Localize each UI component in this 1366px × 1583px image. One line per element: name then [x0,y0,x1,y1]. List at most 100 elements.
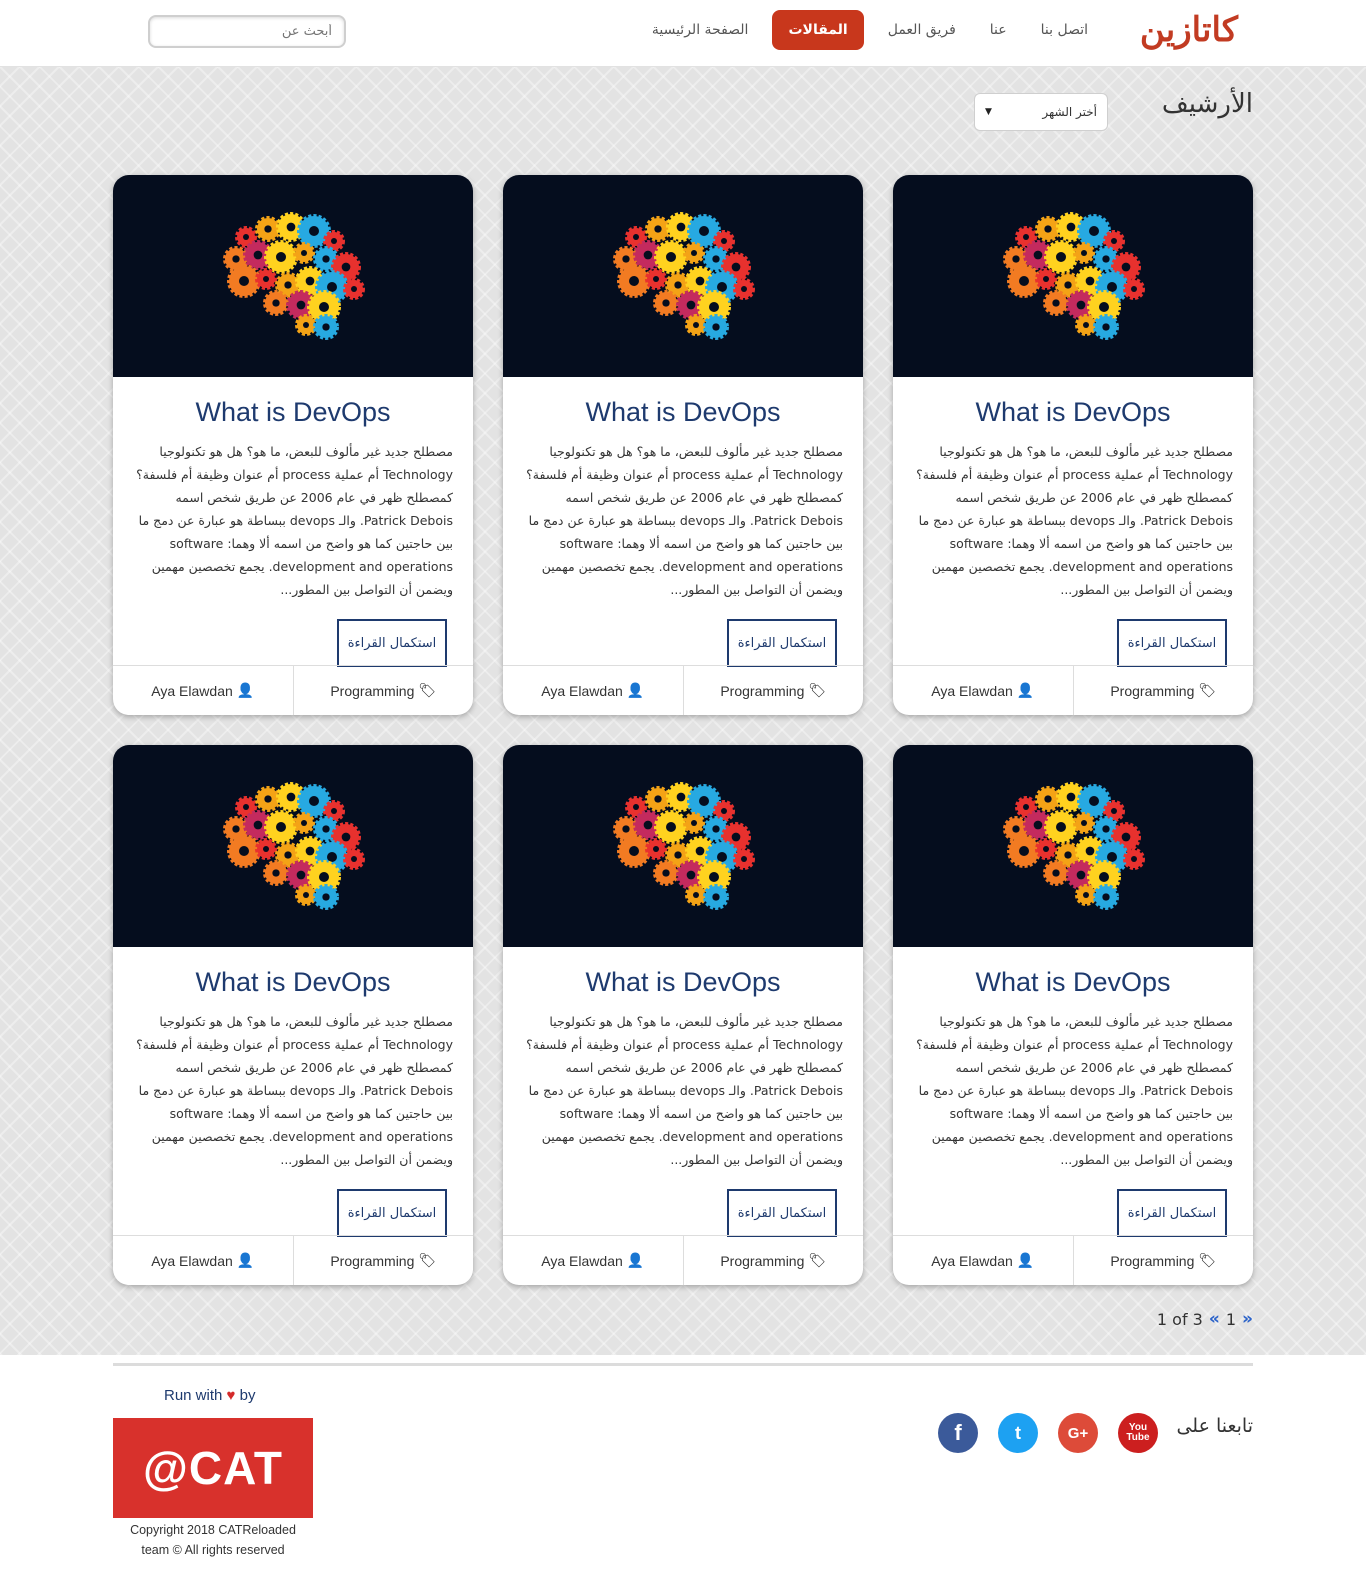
article-image[interactable] [503,175,863,377]
read-more-button[interactable]: استكمال القراءة [727,1189,837,1237]
article-title[interactable]: What is DevOps [893,397,1253,428]
nav-articles[interactable]: المقالات [772,10,864,50]
article-meta: Programming 🏷 Aya Elawdan 👤 [113,1235,473,1285]
article-title[interactable]: What is DevOps [503,397,863,428]
prev-page-icon[interactable]: « [1209,1309,1220,1329]
copyright-line-1: Copyright 2018 CATReloaded [130,1523,296,1537]
article-excerpt: مصطلح جديد غير مألوف للبعض، ما هو؟ هل هو… [916,444,1233,597]
article-author[interactable]: Aya Elawdan 👤 [113,1236,294,1285]
category-label: Programming [720,682,805,699]
article-card: What is DevOps مصطلح جديد غير مألوف للبع… [113,745,473,1285]
user-icon: 👤 [1016,1252,1035,1268]
article-image[interactable] [893,175,1253,377]
article-category[interactable]: Programming 🏷 [684,1236,864,1285]
article-meta: Programming 🏷 Aya Elawdan 👤 [113,665,473,715]
author-label: Aya Elawdan [931,1252,1013,1269]
user-icon: 👤 [236,1252,255,1268]
main-content: الأرشيف أختر الشهر ▼ What is DevOps مصطل… [0,67,1366,1355]
user-icon: 👤 [626,1252,645,1268]
read-more-button[interactable]: استكمال القراءة [337,619,447,667]
youtube-icon[interactable]: You Tube [1118,1413,1158,1453]
article-author[interactable]: Aya Elawdan 👤 [893,666,1074,715]
article-category[interactable]: Programming 🏷 [294,666,474,715]
article-image[interactable] [113,745,473,947]
user-icon: 👤 [1016,682,1035,698]
article-title[interactable]: What is DevOps [113,967,473,998]
site-footer: Run with ♥ by @CAT Copyright 2018 CATRel… [0,1355,1366,1583]
twitter-icon[interactable]: t [998,1413,1038,1453]
article-excerpt: مصطلح جديد غير مألوف للبعض، ما هو؟ هل هو… [136,444,453,597]
articles-grid: What is DevOps مصطلح جديد غير مألوف للبع… [113,175,1253,1285]
article-card: What is DevOps مصطلح جديد غير مألوف للبع… [503,175,863,715]
author-label: Aya Elawdan [931,682,1013,699]
read-more-button[interactable]: استكمال القراءة [1117,619,1227,667]
article-excerpt: مصطلح جديد غير مألوف للبعض، ما هو؟ هل هو… [526,1014,843,1167]
site-header: كاتازين الصفحة الرئيسية المقالات فريق ال… [0,0,1366,67]
run-with-prefix: Run with [164,1387,223,1404]
search-input[interactable] [148,15,346,48]
category-label: Programming [330,1252,415,1269]
copyright: Copyright 2018 CATReloaded team © All ri… [113,1520,313,1560]
tags-icon: 🏷 [808,1252,827,1268]
article-category[interactable]: Programming 🏷 [684,666,864,715]
article-card: What is DevOps مصطلح جديد غير مألوف للبع… [893,175,1253,715]
article-image[interactable] [113,175,473,377]
run-with-label: Run with ♥ by [164,1387,255,1404]
cat-logo-text: @CAT [143,1442,283,1494]
category-label: Programming [720,1252,805,1269]
site-logo[interactable]: كاتازين [1140,10,1238,50]
nav-about[interactable]: عنا [980,11,1017,49]
page-of-label: 1 of 3 [1156,1309,1203,1329]
article-title[interactable]: What is DevOps [113,397,473,428]
cat-logo[interactable]: @CAT [113,1418,313,1518]
read-more-button[interactable]: استكمال القراءة [337,1189,447,1237]
caret-down-icon: ▼ [985,107,992,117]
category-label: Programming [330,682,415,699]
read-more-button[interactable]: استكمال القراءة [727,619,837,667]
facebook-icon[interactable]: f [938,1413,978,1453]
category-label: Programming [1110,1252,1195,1269]
month-select-value: أختر الشهر [1042,105,1097,119]
article-category[interactable]: Programming 🏷 [1074,666,1254,715]
author-label: Aya Elawdan [541,1252,623,1269]
article-card: What is DevOps مصطلح جديد غير مألوف للبع… [113,175,473,715]
article-author[interactable]: Aya Elawdan 👤 [503,1236,684,1285]
month-select[interactable]: أختر الشهر ▼ [974,93,1108,131]
nav-team[interactable]: فريق العمل [878,11,966,49]
article-excerpt: مصطلح جديد غير مألوف للبعض، ما هو؟ هل هو… [136,1014,453,1167]
next-page-icon[interactable]: » [1242,1309,1253,1329]
tags-icon: 🏷 [418,1252,437,1268]
category-label: Programming [1110,682,1195,699]
footer-divider [113,1363,1253,1366]
article-author[interactable]: Aya Elawdan 👤 [893,1236,1074,1285]
nav-contact[interactable]: اتصل بنا [1031,11,1098,49]
read-more-button[interactable]: استكمال القراءة [1117,1189,1227,1237]
article-excerpt: مصطلح جديد غير مألوف للبعض، ما هو؟ هل هو… [916,1014,1233,1167]
article-category[interactable]: Programming 🏷 [294,1236,474,1285]
archive-title: الأرشيف [1161,89,1253,119]
tags-icon: 🏷 [418,682,437,698]
user-icon: 👤 [236,682,255,698]
article-category[interactable]: Programming 🏷 [1074,1236,1254,1285]
google-plus-icon[interactable]: G+ [1058,1413,1098,1453]
article-meta: Programming 🏷 Aya Elawdan 👤 [503,1235,863,1285]
nav-home[interactable]: الصفحة الرئيسية [642,11,759,49]
article-image[interactable] [503,745,863,947]
copyright-line-2: team © All rights reserved [141,1543,285,1557]
article-title[interactable]: What is DevOps [893,967,1253,998]
article-author[interactable]: Aya Elawdan 👤 [503,666,684,715]
article-card: What is DevOps مصطلح جديد غير مألوف للبع… [503,745,863,1285]
author-label: Aya Elawdan [151,682,233,699]
article-title[interactable]: What is DevOps [503,967,863,998]
current-page[interactable]: 1 [1226,1310,1236,1329]
user-icon: 👤 [626,682,645,698]
heart-icon: ♥ [226,1387,236,1404]
article-meta: Programming 🏷 Aya Elawdan 👤 [893,1235,1253,1285]
follow-us-label: تابعنا على [1176,1415,1253,1437]
article-author[interactable]: Aya Elawdan 👤 [113,666,294,715]
pagination: 1 of 3 « 1 » [1157,1309,1253,1329]
article-image[interactable] [893,745,1253,947]
author-label: Aya Elawdan [541,682,623,699]
article-excerpt: مصطلح جديد غير مألوف للبعض، ما هو؟ هل هو… [526,444,843,597]
article-meta: Programming 🏷 Aya Elawdan 👤 [893,665,1253,715]
